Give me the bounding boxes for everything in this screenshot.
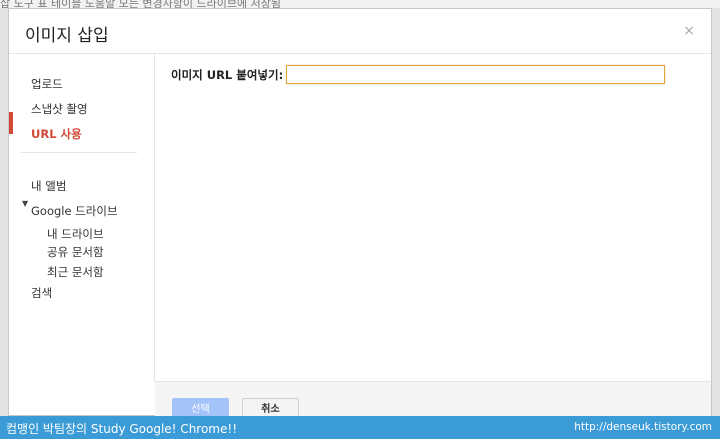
insert-image-dialog: 이미지 삽입 × 업로드 스냅샷 촬영 URL 사용 내 앨범 ▼ Google… <box>8 8 712 420</box>
sidebar: 업로드 스냅샷 촬영 URL 사용 내 앨범 ▼ Google 드라이브 내 드… <box>9 54 155 382</box>
dialog-title: 이미지 삽입 <box>25 26 109 46</box>
background-menubar: 삽 도구 표 테이블 도움말 모든 변경사항이 드라이브에 저장됨 <box>0 0 720 8</box>
url-input[interactable] <box>286 65 665 84</box>
sidebar-item-google-drive[interactable]: Google 드라이브 <box>31 203 118 219</box>
background-left-strip <box>0 8 8 416</box>
dialog-footer: 선택 취소 <box>155 381 711 420</box>
sidebar-item-snapshot[interactable]: 스냅샷 촬영 <box>31 101 88 117</box>
watermark-banner: 컴맹인 박팀장의 Study Google! Chrome!! http://d… <box>0 416 720 439</box>
close-icon[interactable]: × <box>683 23 695 39</box>
background-right-strip <box>712 8 720 416</box>
background-menubar-text: 삽 도구 표 테이블 도움말 모든 변경사항이 드라이브에 저장됨 <box>0 0 281 8</box>
sidebar-item-url[interactable]: URL 사용 <box>31 126 82 142</box>
sidebar-item-albums[interactable]: 내 앨범 <box>31 178 66 194</box>
url-label: 이미지 URL 붙여넣기: <box>171 68 284 82</box>
sidebar-item-upload[interactable]: 업로드 <box>31 76 63 92</box>
active-item-marker <box>9 112 13 134</box>
sidebar-item-shared[interactable]: 공유 문서함 <box>47 244 104 260</box>
sidebar-item-recent[interactable]: 최근 문서함 <box>47 264 104 280</box>
dialog-header: 이미지 삽입 × <box>9 9 711 54</box>
sidebar-divider <box>21 152 137 153</box>
content-panel: 이미지 URL 붙여넣기: <box>155 54 711 382</box>
sidebar-item-my-drive[interactable]: 내 드라이브 <box>47 226 104 242</box>
banner-left-text: 컴맹인 박팀장의 Study Google! Chrome!! <box>6 422 238 436</box>
banner-url-text: http://denseuk.tistory.com <box>574 421 712 433</box>
expand-triangle-icon[interactable]: ▼ <box>22 199 28 208</box>
sidebar-item-search[interactable]: 검색 <box>31 285 52 301</box>
